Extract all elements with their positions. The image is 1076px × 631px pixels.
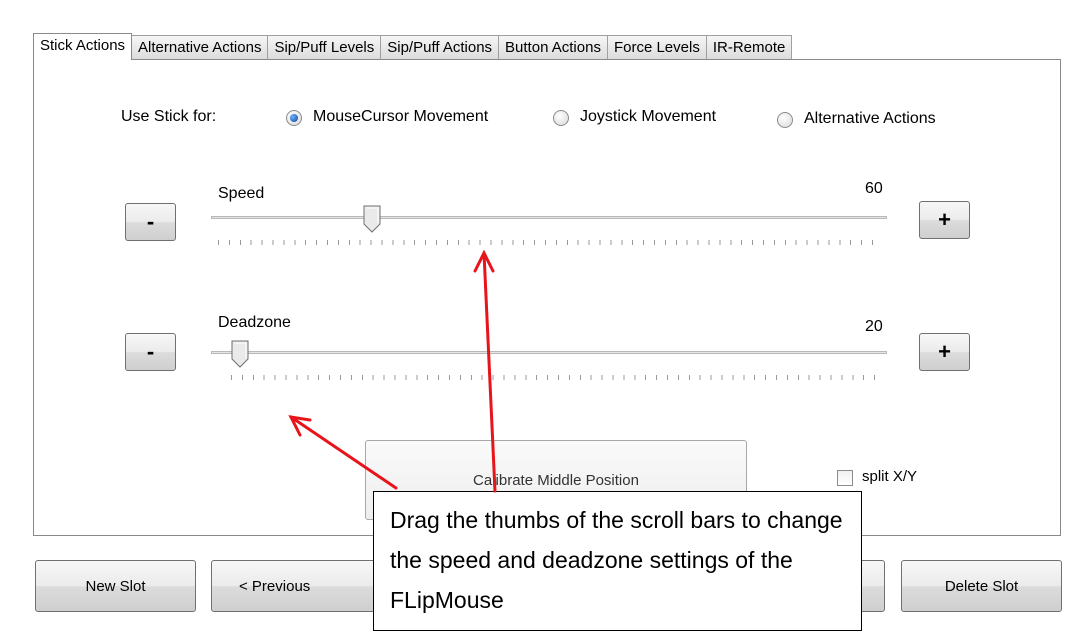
speed-decrease-button[interactable]: -: [125, 203, 176, 241]
tab-stick-actions[interactable]: Stick Actions: [33, 33, 133, 60]
tab-force-levels[interactable]: Force Levels: [606, 35, 707, 59]
deadzone-increase-button[interactable]: +: [919, 333, 970, 371]
delete-slot-button[interactable]: Delete Slot: [901, 560, 1062, 612]
radio-mousecursor-movement-label[interactable]: MouseCursor Movement: [313, 108, 488, 126]
tab-sip-puff-levels[interactable]: Sip/Puff Levels: [267, 35, 382, 59]
use-stick-label: Use Stick for:: [121, 108, 217, 125]
radio-joystick-movement-label[interactable]: Joystick Movement: [580, 108, 716, 126]
deadzone-slider-track[interactable]: [211, 351, 887, 354]
tab-button-actions[interactable]: Button Actions: [498, 35, 608, 59]
deadzone-decrease-button[interactable]: -: [125, 333, 176, 371]
split-xy-label[interactable]: split X/Y: [862, 468, 917, 485]
radio-alternative-actions-label[interactable]: Alternative Actions: [804, 110, 936, 128]
speed-slider-ticks: [218, 240, 880, 245]
deadzone-slider-thumb[interactable]: [231, 340, 249, 368]
tab-alternative-actions[interactable]: Alternative Actions: [131, 35, 269, 59]
split-xy-checkbox[interactable]: [837, 470, 853, 486]
deadzone-slider-ticks: [231, 375, 880, 380]
speed-increase-button[interactable]: +: [919, 201, 970, 239]
speed-value: 60: [865, 180, 883, 197]
tab-sip-puff-actions[interactable]: Sip/Puff Actions: [380, 35, 500, 59]
speed-slider-thumb[interactable]: [363, 205, 381, 233]
annotation-callout: Drag the thumbs of the scroll bars to ch…: [373, 491, 862, 631]
radio-alternative-actions[interactable]: [777, 112, 793, 128]
radio-mousecursor-movement[interactable]: [286, 110, 302, 126]
new-slot-button[interactable]: New Slot: [35, 560, 196, 612]
previous-slot-button[interactable]: < Previous: [211, 560, 391, 612]
deadzone-value: 20: [865, 318, 883, 335]
deadzone-label: Deadzone: [218, 314, 291, 331]
speed-slider-track[interactable]: [211, 216, 887, 219]
radio-joystick-movement[interactable]: [553, 110, 569, 126]
speed-label: Speed: [218, 185, 265, 202]
tab-ir-remote[interactable]: IR-Remote: [705, 35, 793, 59]
tab-strip: Stick Actions Alternative Actions Sip/Pu…: [33, 33, 793, 60]
